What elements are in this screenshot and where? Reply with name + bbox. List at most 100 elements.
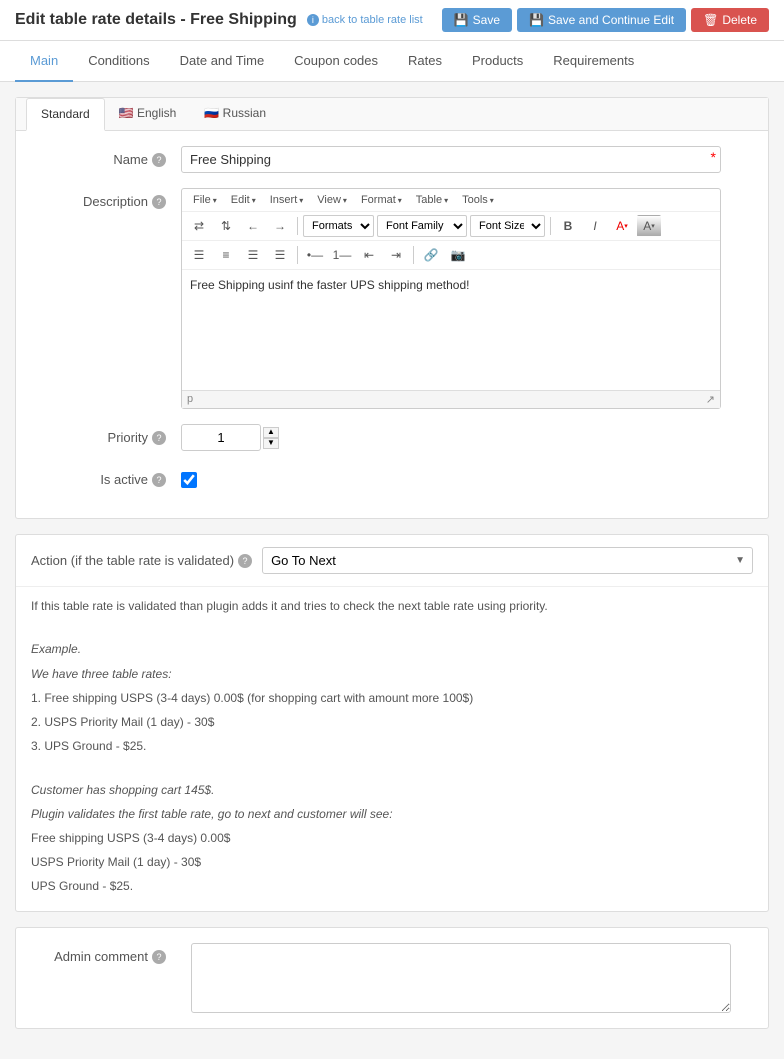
editor-link-btn[interactable]: 🔗: [419, 244, 443, 266]
lang-tab-russian[interactable]: 🇷🇺 Russian: [190, 98, 280, 131]
is-active-row: Is active ?: [31, 466, 753, 488]
editor-undo-btn[interactable]: ←: [241, 215, 265, 237]
save-continue-button[interactable]: 💾 Save and Continue Edit: [517, 8, 686, 32]
editor-align-right-btn[interactable]: ☰: [241, 244, 265, 266]
editor-indent-btn[interactable]: ⇥: [384, 244, 408, 266]
description-label: Description ?: [31, 188, 181, 209]
editor-wrapper: File ▾ Edit ▾ Insert ▾ View ▾ Format ▾ T…: [181, 188, 721, 409]
editor-outdent-btn[interactable]: ⇤: [357, 244, 381, 266]
editor-resize-handle[interactable]: ↗: [706, 393, 715, 406]
editor-ltr-btn[interactable]: ⇄: [187, 215, 211, 237]
editor-font-color-btn[interactable]: A ▾: [610, 215, 634, 237]
tab-rates[interactable]: Rates: [393, 41, 457, 82]
editor-font-sizes-select[interactable]: Font Sizes: [470, 215, 545, 237]
name-row: Name ? *: [31, 146, 753, 173]
main-panel: Standard 🇺🇸 English 🇷🇺 Russian Name ? *: [15, 97, 769, 519]
toolbar-divider4: [413, 246, 414, 264]
priority-label: Priority ?: [31, 424, 181, 445]
toolbar-divider3: [297, 246, 298, 264]
form-section: Name ? * Description ? File ▾: [16, 131, 768, 518]
name-input[interactable]: [181, 146, 721, 173]
admin-comment-section: Admin comment ?: [15, 927, 769, 1029]
editor-image-btn[interactable]: 📷: [446, 244, 470, 266]
name-label: Name ?: [31, 146, 181, 167]
admin-comment-textarea[interactable]: [191, 943, 731, 1013]
priority-help-icon[interactable]: ?: [152, 431, 166, 445]
editor-body[interactable]: Free Shipping usinf the faster UPS shipp…: [182, 270, 720, 390]
editor-footer: p ↗: [182, 390, 720, 408]
editor-menu-table[interactable]: Table ▾: [410, 192, 454, 208]
is-active-checkbox-wrapper: [181, 466, 197, 488]
is-active-label: Is active ?: [31, 466, 181, 487]
is-active-checkbox[interactable]: [181, 472, 197, 488]
tab-conditions[interactable]: Conditions: [73, 41, 164, 82]
editor-menu-format[interactable]: Format ▾: [355, 192, 408, 208]
editor-menu-file[interactable]: File ▾: [187, 192, 223, 208]
editor-formats-select[interactable]: Formats: [303, 215, 374, 237]
tab-date-time[interactable]: Date and Time: [165, 41, 280, 82]
editor-list-ordered-btn[interactable]: 1—: [330, 244, 354, 266]
editor-font-bg-btn[interactable]: A ▾: [637, 215, 661, 237]
editor-list-unordered-btn[interactable]: •—: [303, 244, 327, 266]
editor-menu-insert[interactable]: Insert ▾: [264, 192, 310, 208]
action-info-text: If this table rate is validated than plu…: [16, 587, 768, 911]
top-bar-right: 💾 Save 💾 Save and Continue Edit 🗑 Delete: [442, 8, 769, 32]
is-active-help-icon[interactable]: ?: [152, 473, 166, 487]
action-help-icon[interactable]: ?: [238, 554, 252, 568]
action-select[interactable]: Go To Next Stop Break: [262, 547, 753, 574]
toolbar-divider2: [550, 217, 551, 235]
priority-input[interactable]: [181, 424, 261, 451]
admin-comment-label: Admin comment ?: [31, 943, 181, 964]
priority-wrapper: ▲ ▼: [181, 424, 279, 451]
tab-products[interactable]: Products: [457, 41, 538, 82]
save-icon: 💾: [454, 13, 469, 27]
priority-down-btn[interactable]: ▼: [263, 438, 279, 449]
russian-flag: 🇷🇺: [204, 106, 219, 120]
toolbar-divider1: [297, 217, 298, 235]
tab-requirements[interactable]: Requirements: [538, 41, 649, 82]
editor-italic-btn[interactable]: I: [583, 215, 607, 237]
tab-main[interactable]: Main: [15, 41, 73, 82]
description-row: Description ? File ▾ Edit ▾ Insert ▾ Vie…: [31, 188, 753, 409]
editor-menu-tools[interactable]: Tools ▾: [456, 192, 500, 208]
action-label: Action (if the table rate is validated) …: [31, 553, 252, 568]
main-tabs-nav: Main Conditions Date and Time Coupon cod…: [0, 41, 784, 82]
editor-menu-view[interactable]: View ▾: [311, 192, 353, 208]
editor-font-family-select[interactable]: Font Family: [377, 215, 467, 237]
page-title: Edit table rate details - Free Shipping: [15, 11, 297, 29]
action-row: Action (if the table rate is validated) …: [16, 535, 768, 587]
editor-rtl-btn[interactable]: ⇅: [214, 215, 238, 237]
save-button[interactable]: 💾 Save: [442, 8, 512, 32]
editor-align-justify-btn[interactable]: ☰: [268, 244, 292, 266]
delete-icon: 🗑: [703, 13, 718, 27]
priority-up-btn[interactable]: ▲: [263, 427, 279, 438]
lang-tab-english[interactable]: 🇺🇸 English: [105, 98, 191, 131]
description-help-icon[interactable]: ?: [152, 195, 166, 209]
top-bar: Edit table rate details - Free Shipping …: [0, 0, 784, 41]
delete-button[interactable]: 🗑 Delete: [691, 8, 769, 32]
required-mark: *: [711, 149, 716, 165]
main-content: Standard 🇺🇸 English 🇷🇺 Russian Name ? *: [0, 82, 784, 1059]
editor-align-left-btn[interactable]: ☰: [187, 244, 211, 266]
editor-bold-btn[interactable]: B: [556, 215, 580, 237]
top-bar-left: Edit table rate details - Free Shipping …: [15, 11, 423, 29]
lang-tabs: Standard 🇺🇸 English 🇷🇺 Russian: [16, 98, 768, 131]
editor-menu-edit[interactable]: Edit ▾: [225, 192, 262, 208]
name-wrapper: *: [181, 146, 721, 173]
editor-redo-btn[interactable]: →: [268, 215, 292, 237]
editor-menubar: File ▾ Edit ▾ Insert ▾ View ▾ Format ▾ T…: [182, 189, 720, 212]
priority-row: Priority ? ▲ ▼: [31, 424, 753, 451]
editor-align-center-btn[interactable]: ≡: [214, 244, 238, 266]
editor-align-row: ☰ ≡ ☰ ☰ •— 1— ⇤ ⇥ 🔗 📷: [182, 241, 720, 270]
editor-toolbar-row1: ⇄ ⇅ ← → Formats Font Family Font Sizes: [182, 212, 720, 241]
tab-coupon-codes[interactable]: Coupon codes: [279, 41, 393, 82]
save-cont-icon: 💾: [529, 13, 544, 27]
admin-comment-help-icon[interactable]: ?: [152, 950, 166, 964]
action-panel: Action (if the table rate is validated) …: [15, 534, 769, 912]
info-circle-icon: i: [307, 14, 319, 26]
priority-spinner: ▲ ▼: [263, 427, 279, 449]
english-flag: 🇺🇸: [119, 106, 134, 120]
name-help-icon[interactable]: ?: [152, 153, 166, 167]
back-link[interactable]: i back to table rate list: [307, 14, 423, 26]
lang-tab-standard[interactable]: Standard: [26, 98, 105, 131]
